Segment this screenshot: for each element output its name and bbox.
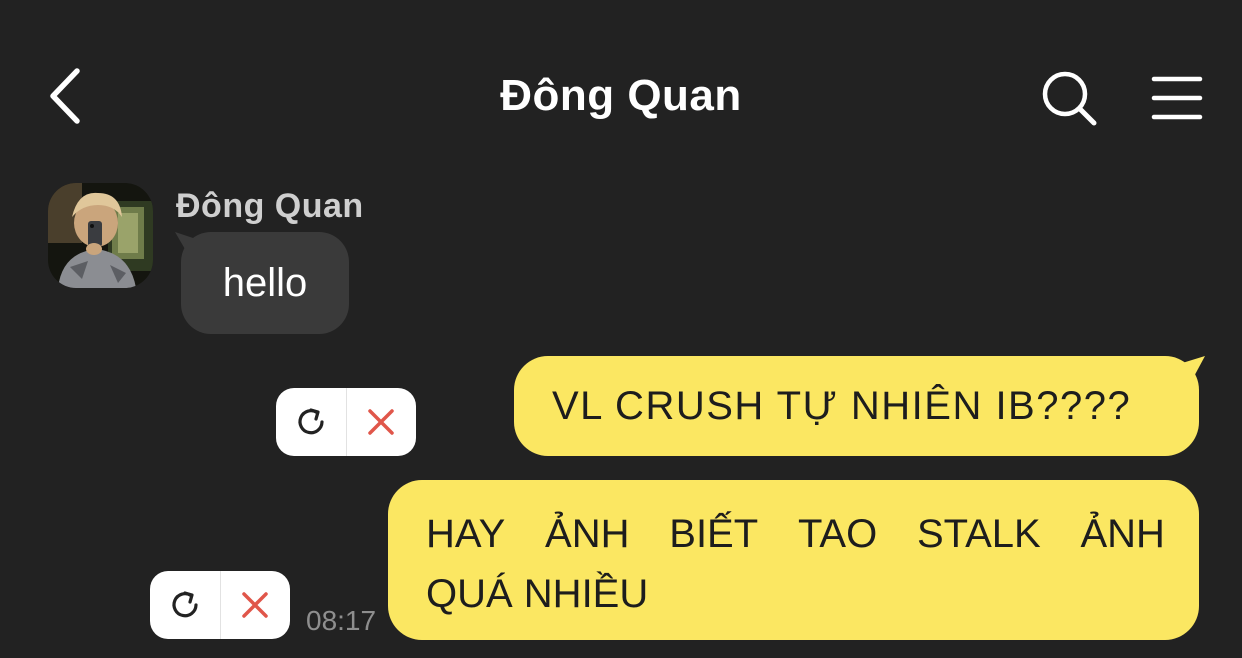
outgoing-message-text-line: QUÁ NHIỀU: [426, 572, 649, 616]
contact-avatar[interactable]: [48, 183, 153, 288]
outgoing-message-bubble[interactable]: VL CRUSH TỰ NHIÊN IB????: [514, 356, 1205, 456]
message-word: STALK: [916, 512, 1041, 556]
message-word: TAO: [797, 512, 878, 556]
message-word: ẢNH: [545, 512, 630, 556]
retry-icon: [298, 408, 324, 435]
incoming-message-bubble[interactable]: hello: [175, 232, 349, 334]
message-word: HAY: [426, 512, 506, 556]
bubble-tail: [1179, 356, 1205, 382]
menu-button[interactable]: [1150, 74, 1204, 122]
message-word: BIẾT: [669, 512, 759, 556]
close-icon: [242, 592, 268, 618]
retry-icon: [172, 591, 198, 618]
bubble-tail: [175, 232, 199, 256]
message-actions: [276, 388, 416, 456]
retry-button[interactable]: [150, 571, 221, 639]
message-timestamp: 08:17: [306, 605, 377, 636]
sender-name: Đông Quan: [176, 187, 364, 225]
outgoing-message-bubble[interactable]: HAY ẢNH BIẾT TAO STALK ẢNH QUÁ NHIỀU: [388, 480, 1199, 640]
retry-button[interactable]: [276, 388, 347, 456]
chat-header: Đông Quan: [0, 0, 1242, 190]
delete-button[interactable]: [221, 571, 291, 639]
delete-button[interactable]: [347, 388, 417, 456]
search-button[interactable]: [1040, 70, 1100, 128]
message-actions: [150, 571, 290, 639]
hamburger-menu-icon: [1151, 76, 1203, 120]
outgoing-message-text: VL CRUSH TỰ NHIÊN IB????: [552, 384, 1132, 428]
message-word: ẢNH: [1080, 512, 1165, 556]
outgoing-message-text-line: HAY ẢNH BIẾT TAO STALK ẢNH: [426, 504, 1165, 564]
close-icon: [368, 409, 394, 435]
search-icon: [1042, 71, 1097, 126]
avatar-photo: [48, 183, 153, 288]
incoming-message-text: hello: [222, 261, 308, 305]
